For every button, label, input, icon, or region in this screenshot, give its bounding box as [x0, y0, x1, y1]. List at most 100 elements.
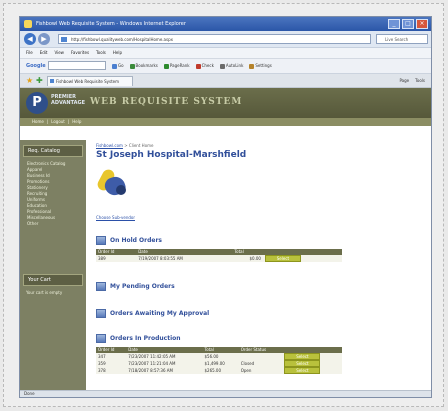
pagerank-icon — [163, 63, 169, 69]
table-row: 378 7/18/2007 8:57:36 AM $265.00 Open Se… — [96, 367, 342, 374]
select-cell: Select — [262, 255, 342, 262]
hospital-logo — [95, 167, 421, 209]
on-hold-heading: On Hold Orders — [96, 236, 421, 245]
address-text: http://fishbowl.qualityweb.com/HospitalH… — [71, 37, 173, 42]
cart-heading: Your Cart — [23, 274, 83, 286]
table-row: 359 7/23/2007 11:21:04 AM $1,499.00 Clos… — [96, 360, 342, 367]
section-title: Orders In Production — [110, 335, 181, 342]
production-table: Order Id Date Total Order Status 347 7/2… — [96, 347, 342, 374]
menu-view[interactable]: View — [54, 48, 64, 58]
order-total: $0.00 — [232, 255, 263, 262]
maximize-button[interactable]: □ — [402, 19, 414, 29]
window-controls: _ □ × — [388, 19, 428, 29]
google-settings-button[interactable]: Settings — [249, 62, 272, 70]
google-pagerank-button[interactable]: PageRank — [163, 62, 190, 70]
address-toolbar: ◀ ▶ http://fishbowl.qualityweb.com/Hospi… — [20, 31, 431, 48]
select-button[interactable]: Select — [284, 367, 321, 374]
production-heading: Orders In Production — [96, 334, 421, 343]
minimize-button[interactable]: _ — [388, 19, 400, 29]
google-check-button[interactable]: Check — [195, 62, 214, 70]
catalog-list: Electronics Catalog Apparel Business Id … — [27, 161, 86, 227]
tab-title: Fishbowl Web Requisite System — [56, 79, 120, 84]
pending-heading: My Pending Orders — [96, 282, 421, 291]
menu-tools[interactable]: Tools — [96, 48, 106, 58]
forward-arrow-icon[interactable]: ▶ — [38, 33, 50, 45]
close-button[interactable]: × — [416, 19, 428, 29]
breadcrumb: Fishbowl.com > Client Home — [96, 143, 421, 148]
menu-file[interactable]: File — [26, 48, 33, 58]
table-row: 389 7/19/2007 8:03:55 AM $0.00 Select — [96, 255, 342, 262]
menu-favorites[interactable]: Favorites — [71, 48, 89, 58]
catalog-item[interactable]: Other — [27, 221, 86, 227]
menu-help[interactable]: Help — [113, 48, 122, 58]
autolink-icon — [219, 63, 225, 69]
check-icon — [195, 63, 201, 69]
page-menu[interactable]: Page — [399, 76, 409, 85]
nav-home[interactable]: Home — [32, 118, 44, 126]
status-text: Done — [24, 391, 35, 396]
page-icon — [50, 79, 54, 83]
add-favorite-icon[interactable]: ✚ — [36, 76, 43, 85]
page-title: St Joseph Hospital-Marshfield — [96, 150, 247, 160]
nav-logout[interactable]: Logout — [51, 118, 65, 126]
select-cell: Select — [282, 353, 342, 360]
org-line-2: ADVANTAGE — [51, 100, 86, 106]
google-toolbar: Google Go Bookmarks PageRank Check AutoL… — [20, 59, 431, 74]
select-button[interactable]: Select — [264, 255, 301, 262]
google-autolink-button[interactable]: AutoLink — [219, 62, 243, 70]
order-id: 359 — [96, 360, 127, 367]
select-cell: Select — [282, 367, 342, 374]
order-date: 7/18/2007 8:57:36 AM — [126, 367, 203, 374]
status-bar: Done — [20, 390, 431, 397]
main-content: Fishbowl.com > Client Home St Joseph Hos… — [95, 140, 421, 397]
google-go-button[interactable]: Go — [112, 62, 124, 70]
page-tools: Page Tools — [399, 76, 425, 85]
section-title: On Hold Orders — [110, 237, 162, 244]
order-id: 347 — [96, 353, 127, 360]
tools-menu[interactable]: Tools — [415, 76, 425, 85]
select-cell: Select — [282, 360, 342, 367]
google-tools: Go Bookmarks PageRank Check AutoLink Set… — [112, 62, 272, 70]
table-row: 347 7/23/2007 11:42:05 AM $56.00 Select — [96, 353, 342, 360]
tab-fishbowl[interactable]: Fishbowl Web Requisite System — [47, 76, 133, 86]
order-date: 7/19/2007 8:03:55 AM — [136, 255, 233, 262]
choose-subvendor-link[interactable]: Choose Sub-vendor — [96, 215, 421, 220]
select-button[interactable]: Select — [284, 360, 321, 367]
breadcrumb-home-link[interactable]: Fishbowl.com — [96, 143, 123, 148]
select-button[interactable]: Select — [284, 353, 321, 360]
order-id: 389 — [96, 255, 137, 262]
page-icon — [61, 37, 67, 42]
sidebar: Req. Catalog Electronics Catalog Apparel… — [20, 140, 86, 397]
back-arrow-icon[interactable]: ◀ — [24, 33, 36, 45]
browser-window: Fishbowl Web Requisite System - Windows … — [19, 16, 432, 398]
favorites-star-icon[interactable]: ★ — [26, 76, 33, 85]
order-date: 7/23/2007 11:42:05 AM — [126, 353, 203, 360]
org-name: PREMIER ADVANTAGE — [51, 94, 85, 106]
search-input[interactable]: Live Search — [376, 34, 428, 44]
folder-icon — [96, 282, 106, 291]
google-logo: Google — [26, 63, 46, 69]
approval-heading: Orders Awaiting My Approval — [96, 309, 421, 318]
truck-icon — [96, 334, 106, 343]
order-id: 378 — [96, 367, 127, 374]
order-status: Closed — [238, 360, 283, 367]
order-total: $56.00 — [202, 353, 239, 360]
order-date: 7/23/2007 11:21:04 AM — [126, 360, 203, 367]
nav-help[interactable]: Help — [72, 118, 81, 126]
logo-shape — [116, 185, 126, 195]
menu-edit[interactable]: Edit — [40, 48, 48, 58]
premier-logo: P — [26, 92, 48, 114]
site-banner: P PREMIER ADVANTAGE WEB REQUISITE SYSTEM — [20, 88, 431, 118]
menu-bar: File Edit View Favorites Tools Help — [20, 48, 431, 59]
title-bar: Fishbowl Web Requisite System - Windows … — [20, 17, 431, 31]
settings-icon — [249, 63, 255, 69]
cart-status: Your cart is empty — [26, 290, 63, 295]
google-search-box[interactable] — [48, 61, 106, 70]
nav-sep: | — [46, 119, 49, 124]
order-total: $1,499.00 — [202, 360, 239, 367]
catalog-heading: Req. Catalog — [23, 145, 83, 157]
google-bookmarks-button[interactable]: Bookmarks — [129, 62, 158, 70]
address-field[interactable]: http://fishbowl.qualityweb.com/HospitalH… — [58, 34, 371, 44]
folder-icon — [96, 236, 106, 245]
section-title: My Pending Orders — [110, 283, 175, 290]
